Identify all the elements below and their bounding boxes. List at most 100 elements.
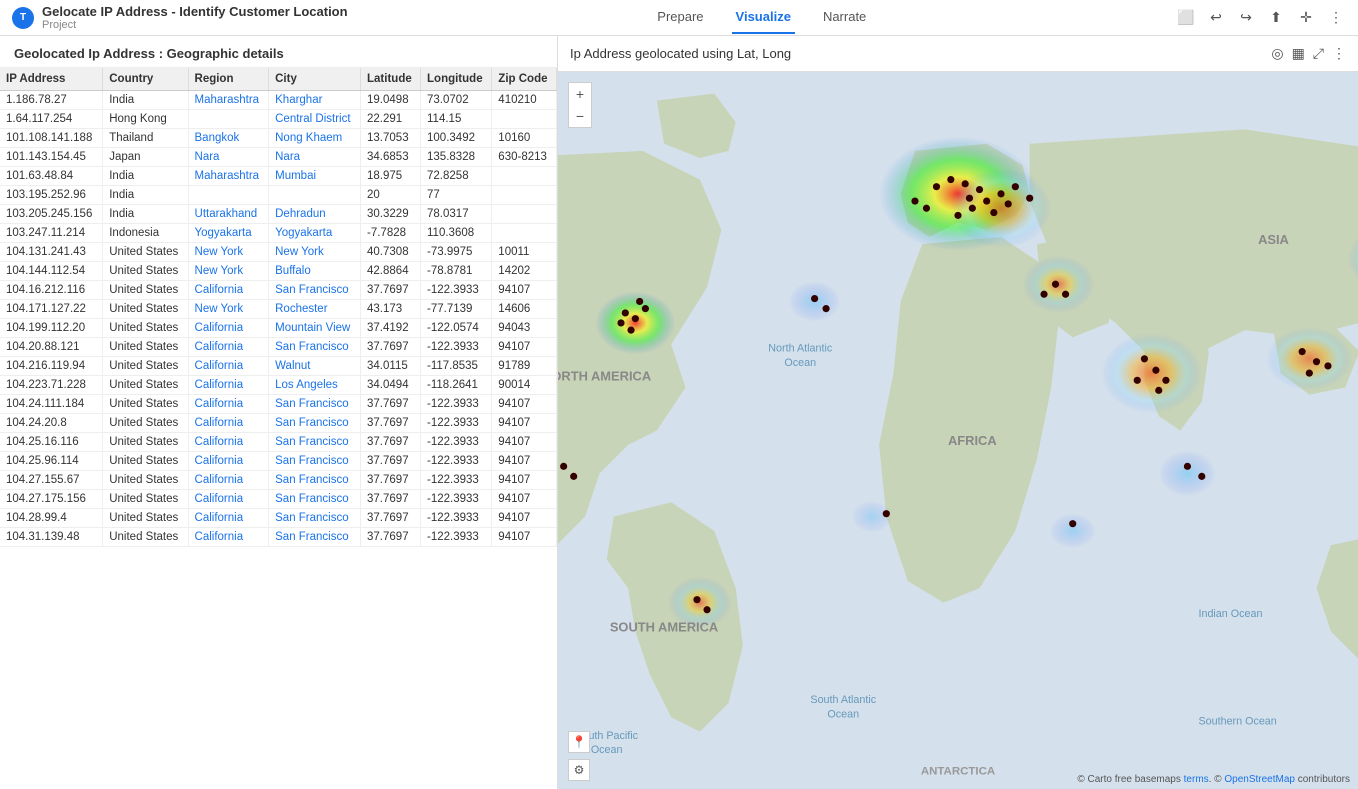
zoom-controls: + − [568,82,592,128]
table-cell [492,205,557,224]
table-row[interactable]: 101.63.48.84IndiaMaharashtraMumbai18.975… [0,167,557,186]
table-cell: Nara [188,148,269,167]
menu-icon[interactable]: ⋮ [1326,8,1346,28]
table-cell: -122.3933 [421,452,492,471]
table-cell: -77.7139 [421,300,492,319]
table-cell: 104.171.127.22 [0,300,103,319]
svg-text:North Atlantic: North Atlantic [768,343,833,355]
table-row[interactable]: 104.27.155.67United StatesCaliforniaSan … [0,471,557,490]
circle-icon[interactable]: ◎ [1271,45,1283,62]
table-row[interactable]: 1.186.78.27IndiaMaharashtraKharghar19.04… [0,91,557,110]
table-cell [492,110,557,129]
zoom-out-button[interactable]: − [569,105,591,127]
table-cell: Bangkok [188,129,269,148]
table-cell: Indonesia [103,224,188,243]
table-cell: Walnut [269,357,361,376]
table-cell: 22.291 [361,110,421,129]
table-cell: United States [103,281,188,300]
table-row[interactable]: 101.143.154.45JapanNaraNara34.6853135.83… [0,148,557,167]
table-cell: 103.205.245.156 [0,205,103,224]
table-cell: Maharashtra [188,167,269,186]
table-cell: 91789 [492,357,557,376]
redo-icon[interactable]: ↪ [1236,8,1256,28]
table-cell: United States [103,452,188,471]
table-row[interactable]: 103.205.245.156IndiaUttarakhandDehradun3… [0,205,557,224]
table-row[interactable]: 104.25.96.114United StatesCaliforniaSan … [0,452,557,471]
settings-icon[interactable]: ⚙ [568,759,590,781]
monitor-icon[interactable]: ⬜ [1176,8,1196,28]
carto-terms-link[interactable]: terms [1184,774,1209,785]
table-cell: -122.3933 [421,433,492,452]
table-row[interactable]: 104.24.111.184United StatesCaliforniaSan… [0,395,557,414]
table-cell: -122.3933 [421,528,492,547]
table-cell: New York [188,243,269,262]
tab-prepare[interactable]: Prepare [653,1,707,34]
map-menu-icon[interactable]: ⋮ [1332,45,1346,62]
table-row[interactable]: 104.20.88.121United StatesCaliforniaSan … [0,338,557,357]
table-cell: 78.0317 [421,205,492,224]
table-cell: Mountain View [269,319,361,338]
table-body: 1.186.78.27IndiaMaharashtraKharghar19.04… [0,91,557,547]
table-cell: United States [103,243,188,262]
table-row[interactable]: 104.131.241.43United StatesNew YorkNew Y… [0,243,557,262]
table-cell: -122.3933 [421,490,492,509]
share-icon[interactable]: ⬆ [1266,8,1286,28]
table-cell [269,186,361,205]
expand-icon[interactable]: ⤢ [1313,45,1324,62]
table-row[interactable]: 104.171.127.22United StatesNew YorkRoche… [0,300,557,319]
location-icon[interactable]: 📍 [568,731,590,753]
table-row[interactable]: 104.27.175.156United StatesCaliforniaSan… [0,490,557,509]
table-cell: 77 [421,186,492,205]
table-row[interactable]: 104.223.71.228United StatesCaliforniaLos… [0,376,557,395]
table-row[interactable]: 104.16.212.116United StatesCaliforniaSan… [0,281,557,300]
table-cell: California [188,433,269,452]
table-cell: 37.7697 [361,281,421,300]
col-city: City [269,68,361,91]
table-row[interactable]: 104.199.112.20United StatesCaliforniaMou… [0,319,557,338]
table-cell: -122.3933 [421,509,492,528]
table-cell: 20 [361,186,421,205]
table-cell: Yogyakarta [188,224,269,243]
table-row[interactable]: 104.24.20.8United StatesCaliforniaSan Fr… [0,414,557,433]
table-cell: United States [103,395,188,414]
table-row[interactable]: 101.108.141.188ThailandBangkokNong Khaem… [0,129,557,148]
app-icon: T [12,7,34,29]
bar-chart-icon[interactable]: ▦ [1292,45,1305,62]
table-cell: 104.216.119.94 [0,357,103,376]
table-row[interactable]: 104.31.139.48United StatesCaliforniaSan … [0,528,557,547]
table-cell: 104.144.112.54 [0,262,103,281]
table-cell: -122.3933 [421,414,492,433]
table-cell: United States [103,433,188,452]
table-cell: 42.8864 [361,262,421,281]
undo-icon[interactable]: ↩ [1206,8,1226,28]
table-cell: 94107 [492,452,557,471]
table-cell: -122.3933 [421,281,492,300]
table-row[interactable]: 103.247.11.214IndonesiaYogyakartaYogyaka… [0,224,557,243]
table-cell: 104.25.96.114 [0,452,103,471]
table-cell: 34.6853 [361,148,421,167]
tab-visualize[interactable]: Visualize [732,1,795,34]
table-cell: 630-8213 [492,148,557,167]
tab-narrate[interactable]: Narrate [819,1,870,34]
table-cell: India [103,205,188,224]
osm-link[interactable]: OpenStreetMap [1224,774,1295,785]
table-cell: 135.8328 [421,148,492,167]
table-cell: 37.7697 [361,509,421,528]
table-cell: Mumbai [269,167,361,186]
table-row[interactable]: 104.216.119.94United StatesCaliforniaWal… [0,357,557,376]
table-cell: -122.3933 [421,471,492,490]
table-wrapper[interactable]: IP Address Country Region City Latitude … [0,68,557,789]
table-row[interactable]: 104.144.112.54United StatesNew YorkBuffa… [0,262,557,281]
table-cell: California [188,490,269,509]
table-row[interactable]: 1.64.117.254Hong KongCentral District22.… [0,110,557,129]
map-bottom-icons: 📍 ⚙ [568,731,590,781]
table-cell: 94043 [492,319,557,338]
table-row[interactable]: 103.195.252.96India2077 [0,186,557,205]
zoom-in-button[interactable]: + [569,83,591,105]
table-cell: 94107 [492,395,557,414]
table-cell: Hong Kong [103,110,188,129]
add-icon[interactable]: ✛ [1296,8,1316,28]
svg-text:AFRICA: AFRICA [948,433,997,448]
table-row[interactable]: 104.25.16.116United StatesCaliforniaSan … [0,433,557,452]
table-row[interactable]: 104.28.99.4United StatesCaliforniaSan Fr… [0,509,557,528]
